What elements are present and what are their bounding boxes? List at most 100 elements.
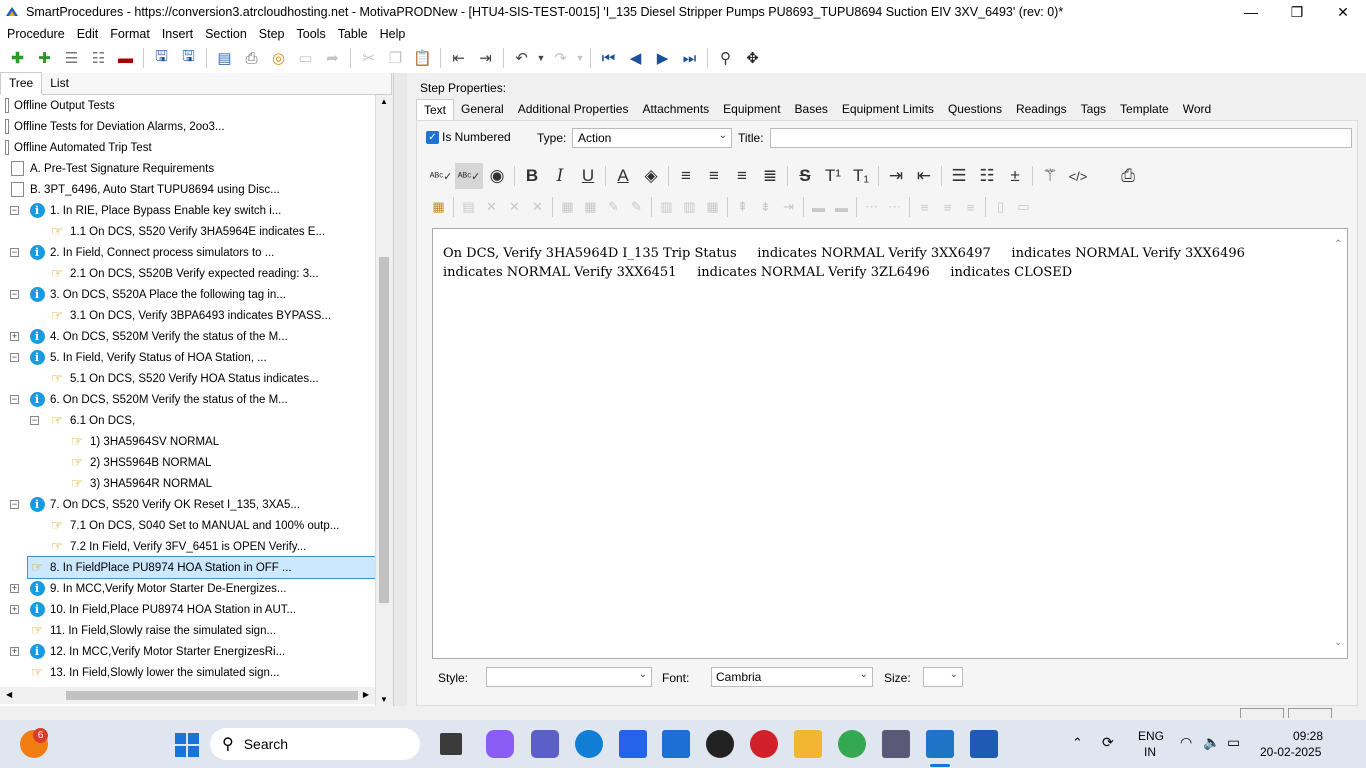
tab-equipment[interactable]: Equipment [716,99,787,120]
decrease-indent-icon[interactable]: ⇤ [910,163,938,189]
first-step-icon[interactable]: ⏮ [595,45,622,71]
subscript-icon[interactable]: T₁ [847,163,875,189]
remote-app-icon[interactable] [662,730,690,758]
menu-step[interactable]: Step [252,27,290,41]
tree-node[interactable]: + i 4. On DCS, S520M Verify the status of … [10,326,375,347]
magic-wand-icon[interactable]: ⚚ [1036,163,1064,189]
tree-node[interactable]: B. 3PT_6496, Auto Start TUPU8694 using D… [8,179,375,200]
cut-icon[interactable]: ✂ [355,45,382,71]
align-left-icon[interactable]: ≡ [672,163,700,189]
maximize-button[interactable]: ❐ [1274,0,1320,24]
tree-vertical-scrollbar[interactable]: ▲ ▼ [375,95,392,706]
tree-node[interactable]: − i 1. In RIE, Place Bypass Enable key swi… [10,200,375,221]
collapse-icon[interactable]: − [10,353,19,362]
store-icon[interactable] [619,730,647,758]
add-icon[interactable]: ✚ [4,45,31,71]
tree-node[interactable]: Offline Automated Trip Test [4,137,375,158]
add-child-icon[interactable]: ✚ [31,45,58,71]
last-step-icon[interactable]: ⏭ [676,45,703,71]
speaker-icon[interactable]: 🔈 [1203,734,1220,751]
tab-template[interactable]: Template [1113,99,1176,120]
tree-node[interactable]: − i 2. In Field, Connect process simulator… [10,242,375,263]
spellcheck-auto-icon[interactable]: ᴬᴮᶜ✓ [455,163,483,189]
align-right-icon[interactable]: ≡ [728,163,756,189]
menu-edit[interactable]: Edit [70,27,104,41]
expand-icon[interactable]: + [10,584,19,593]
save-all-icon[interactable]: 🖫 [148,45,175,71]
redo-dropdown-icon[interactable]: ▼ [574,45,586,71]
file-explorer-icon[interactable] [794,730,822,758]
table-props-icon[interactable]: ▤ [457,195,480,219]
chevron-up-icon[interactable]: ⌃ [1072,735,1083,751]
dell-icon[interactable] [706,730,734,758]
taskbar-search[interactable]: ⚲ Search [210,728,420,760]
battery-icon[interactable]: ▭ [1227,734,1240,751]
collapse-icon[interactable]: − [10,395,19,404]
insert-table-icon[interactable]: ▦ [427,195,450,219]
tab-general[interactable]: General [454,99,511,120]
teams-icon[interactable] [531,730,559,758]
menu-format[interactable]: Format [103,27,155,41]
copy-icon[interactable]: ❐ [382,45,409,71]
insert-line-icon[interactable]: ± [1001,163,1029,189]
network-sync-icon[interactable]: ⟳ [1102,734,1114,751]
tree-node[interactable]: Offline Tests for Deviation Alarms, 2oo3… [4,116,375,137]
tree-node[interactable]: − i 7. On DCS, S520 Verify OK Reset I_135,… [10,494,375,515]
opera-browser-icon[interactable] [750,730,778,758]
size-select[interactable]: ⌄ [923,667,963,687]
font-color-icon[interactable]: A [609,163,637,189]
collapse-icon[interactable]: − [10,500,19,509]
cell-props-icon[interactable]: ▦ [556,195,579,219]
tree-node[interactable]: − i 5. In Field, Verify Status of HOA Stat… [10,347,375,368]
distribute-cols-icon[interactable]: ▦ [701,195,724,219]
step-text-editor[interactable]: On DCS, Verify 3HA5964D I_135 Trip Statu… [432,228,1348,659]
link-icon[interactable]: ◎ [265,45,292,71]
tree-node[interactable]: ☞ 7.1 On DCS, S040 Set to MANUAL and 100%… [48,515,375,536]
cell-eraser-icon[interactable]: ✎ [625,195,648,219]
scroll-up-icon[interactable]: ⌃ [1334,239,1342,250]
insert-col-right-icon[interactable]: ▥ [678,195,701,219]
editor-scrollbar[interactable]: ⌃ ⌄ [1330,229,1347,658]
tree-node[interactable]: ☞ 7.2 In Field, Verify 3FV_6451 is OPEN V… [48,536,375,557]
tree-node[interactable]: ☞ 11. In Field,Slowly raise the simulated… [28,620,375,641]
tab-attachments[interactable]: Attachments [635,99,716,120]
previous-step-icon[interactable]: ◀ [622,45,649,71]
column-width-icon[interactable]: ▯ [989,195,1012,219]
menu-help[interactable]: Help [373,27,411,41]
color-wheel-icon[interactable]: ◉ [483,163,511,189]
tree-node[interactable]: + i 12. In MCC,Verify Motor Starter Energi… [10,641,375,662]
cell-edit-icon[interactable]: ▦ [579,195,602,219]
word-icon[interactable] [970,730,998,758]
copilot-icon[interactable] [486,730,514,758]
insert-row-above-icon[interactable]: ⇞ [731,195,754,219]
pane-splitter[interactable] [393,73,407,706]
tab-equipment-limits[interactable]: Equipment Limits [835,99,941,120]
menu-tools[interactable]: Tools [290,27,331,41]
delete-row-icon[interactable]: ✕ [503,195,526,219]
strikethrough-icon[interactable]: S [791,163,819,189]
tree-node[interactable]: ☞ 1.1 On DCS, S520 Verify 3HA5964E indica… [48,221,375,242]
tree-node[interactable]: Offline Output Tests [4,95,375,116]
collapse-icon[interactable]: − [10,290,19,299]
type-select[interactable]: Action ⌄ [572,128,732,148]
minimize-button[interactable]: — [1228,0,1274,24]
tree-node[interactable]: ☞ 8. In FieldPlace PU8974 HOA Station in … [27,556,375,579]
menu-procedure[interactable]: Procedure [0,27,70,41]
edge-browser-icon[interactable] [575,730,603,758]
list-detail-icon[interactable]: ☷ [85,45,112,71]
italic-icon[interactable]: I [546,163,574,189]
task-view-icon[interactable] [440,733,462,755]
expand-icon[interactable]: + [10,605,19,614]
list-icon[interactable]: ☰ [58,45,85,71]
wifi-icon[interactable]: ◠ [1180,734,1192,751]
menu-section[interactable]: Section [198,27,252,41]
scroll-right-icon[interactable]: ▶ [363,690,369,699]
tab-tags[interactable]: Tags [1074,99,1113,120]
scroll-down-icon[interactable]: ⌄ [1334,637,1342,648]
expand-icon[interactable]: + [10,647,19,656]
move-icon[interactable]: ✥ [739,45,766,71]
insert-col-left-icon[interactable]: ▥ [655,195,678,219]
language-bottom[interactable]: IN [1144,745,1156,759]
collapse-icon[interactable]: − [30,416,39,425]
style-select[interactable]: ⌄ [486,667,652,687]
